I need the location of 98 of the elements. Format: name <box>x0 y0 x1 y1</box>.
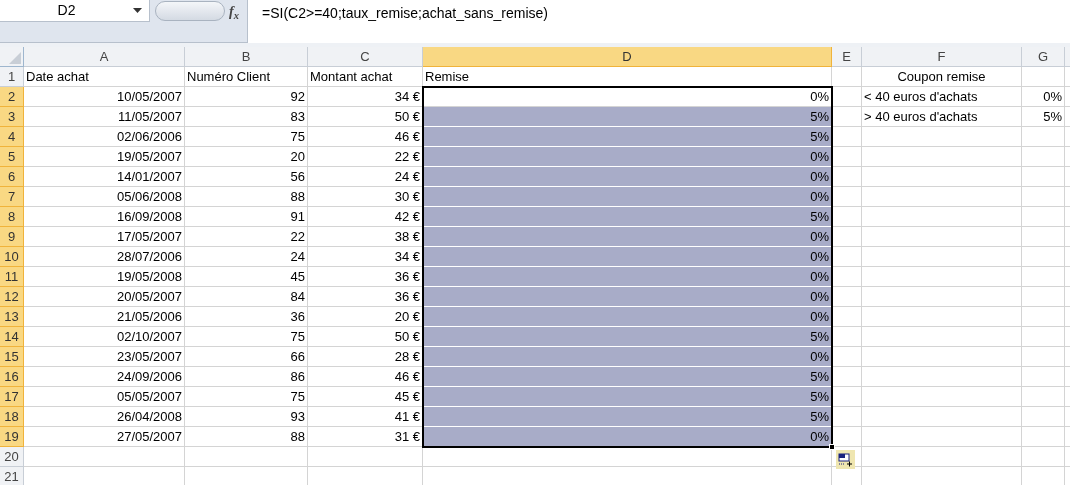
table-cell: 21/05/2006 <box>24 307 185 327</box>
table-cell: 20/05/2007 <box>24 287 185 307</box>
table-cell: 5% <box>423 207 832 227</box>
table-cell: > 40 euros d'achats <box>862 107 1022 127</box>
table-cell: 0% <box>423 267 832 287</box>
table-cell: 66 <box>185 347 308 367</box>
table-cell: Numéro Client <box>185 67 308 87</box>
column-header[interactable]: C <box>308 47 423 67</box>
row-header[interactable]: 21 <box>0 467 24 485</box>
column-header[interactable]: A <box>24 47 185 67</box>
table-cell: 0% <box>423 147 832 167</box>
table-cell: 5% <box>423 107 832 127</box>
row-header[interactable]: 18 <box>0 407 24 427</box>
column-header[interactable]: G <box>1022 47 1065 67</box>
table-cell: 84 <box>185 287 308 307</box>
row-header[interactable]: 4 <box>0 127 24 147</box>
table-cell: 26/04/2008 <box>24 407 185 427</box>
table-cell: 22 <box>185 227 308 247</box>
table-cell: 0% <box>423 187 832 207</box>
table-cell: 28/07/2006 <box>24 247 185 267</box>
table-cell: 05/06/2008 <box>24 187 185 207</box>
row-header[interactable]: 2 <box>0 87 24 107</box>
table-cell: 56 <box>185 167 308 187</box>
table-cell: 0% <box>1022 87 1065 107</box>
table-cell: 5% <box>423 367 832 387</box>
table-cell: 5% <box>1022 107 1065 127</box>
table-cell: 0% <box>423 247 832 267</box>
table-cell: 0% <box>423 307 832 327</box>
table-cell: 83 <box>185 107 308 127</box>
column-header[interactable]: E <box>832 47 862 67</box>
table-cell: 0% <box>423 167 832 187</box>
table-cell: 5% <box>423 387 832 407</box>
table-cell: 5% <box>423 407 832 427</box>
table-cell: Montant achat <box>308 67 423 87</box>
table-cell: 88 <box>185 427 308 447</box>
row-header[interactable]: 14 <box>0 327 24 347</box>
table-cell: Coupon remise <box>862 67 1022 87</box>
table-cell: 75 <box>185 127 308 147</box>
table-cell: 0% <box>423 287 832 307</box>
table-cell: 75 <box>185 327 308 347</box>
table-cell: 11/05/2007 <box>24 107 185 127</box>
table-cell: 5% <box>423 327 832 347</box>
table-cell: Remise <box>423 67 832 87</box>
row-header[interactable]: 13 <box>0 307 24 327</box>
table-cell: 88 <box>185 187 308 207</box>
table-cell: 14/01/2007 <box>24 167 185 187</box>
table-cell: < 40 euros d'achats <box>862 87 1022 107</box>
row-header[interactable]: 12 <box>0 287 24 307</box>
row-header[interactable]: 19 <box>0 427 24 447</box>
table-cell: 36 <box>185 307 308 327</box>
table-cell: Date achat <box>24 67 185 87</box>
table-cell: 27/05/2007 <box>24 427 185 447</box>
table-cell: 0% <box>423 347 832 367</box>
column-header[interactable]: D <box>423 47 832 67</box>
row-header[interactable]: 17 <box>0 387 24 407</box>
table-cell: 02/10/2007 <box>24 327 185 347</box>
row-header[interactable]: 8 <box>0 207 24 227</box>
fill-handle[interactable] <box>829 444 835 450</box>
name-box[interactable]: D2 <box>0 0 150 22</box>
table-cell: 02/06/2006 <box>24 127 185 147</box>
row-header[interactable]: 9 <box>0 227 24 247</box>
table-cell: 86 <box>185 367 308 387</box>
table-cell: 75 <box>185 387 308 407</box>
table-cell: 17/05/2007 <box>24 227 185 247</box>
table-cell: 92 <box>185 87 308 107</box>
row-header[interactable]: 11 <box>0 267 24 287</box>
table-cell: 20 <box>185 147 308 167</box>
table-cell: 16/09/2008 <box>24 207 185 227</box>
splitter-handle[interactable] <box>155 1 225 21</box>
column-header[interactable]: F <box>862 47 1022 67</box>
corner-triangle-icon <box>9 52 21 64</box>
table-cell: 24 <box>185 247 308 267</box>
autofill-options-icon[interactable] <box>836 450 855 469</box>
row-header[interactable]: 15 <box>0 347 24 367</box>
table-cell: 19/05/2007 <box>24 147 185 167</box>
table-cell: 5% <box>423 127 832 147</box>
row-header[interactable]: 1 <box>0 67 24 87</box>
row-header[interactable]: 20 <box>0 447 24 467</box>
row-header[interactable]: 16 <box>0 367 24 387</box>
row-header[interactable]: 6 <box>0 167 24 187</box>
table-cell: 19/05/2008 <box>24 267 185 287</box>
table-cell: 0% <box>423 427 832 447</box>
row-header[interactable]: 5 <box>0 147 24 167</box>
table-cell: 05/05/2007 <box>24 387 185 407</box>
row-header[interactable]: 7 <box>0 187 24 207</box>
table-cell: 45 <box>185 267 308 287</box>
table-cell: 24/09/2006 <box>24 367 185 387</box>
formula-field[interactable]: =SI(C2>=40;taux_remise;achat_sans_remise) <box>247 0 1070 43</box>
table-cell: 10/05/2007 <box>24 87 185 107</box>
function-button[interactable]: f$_{x}$ <box>229 1 245 22</box>
row-header[interactable]: 10 <box>0 247 24 267</box>
row-header[interactable]: 3 <box>0 107 24 127</box>
table-cell: 93 <box>185 407 308 427</box>
table-cell: 23/05/2007 <box>24 347 185 367</box>
column-header[interactable]: B <box>185 47 308 67</box>
dropdown-caret-icon[interactable] <box>133 8 142 13</box>
table-cell: 0% <box>423 227 832 247</box>
table-cell: 91 <box>185 207 308 227</box>
